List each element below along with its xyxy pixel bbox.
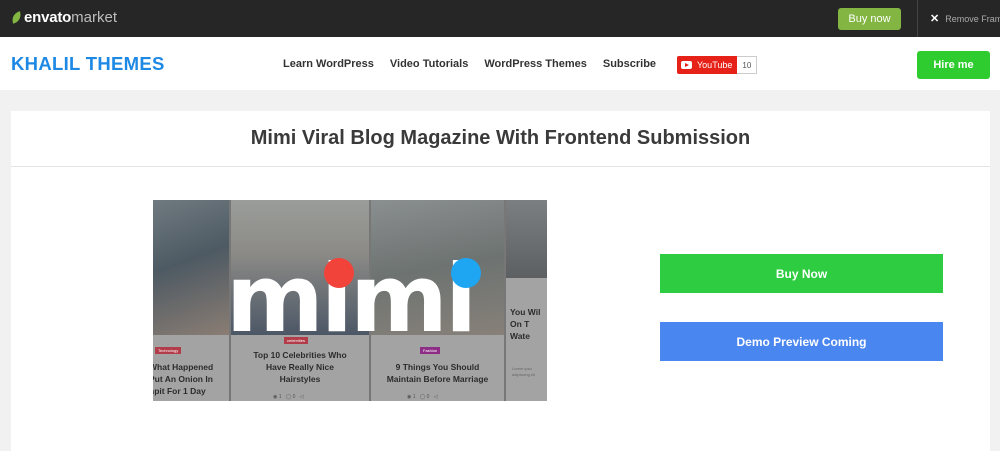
youtube-play-icon <box>681 61 692 69</box>
preview-card-title: What Happened Put An Onion In npit For 1… <box>153 362 214 396</box>
youtube-button[interactable]: YouTube <box>677 56 738 74</box>
envato-buy-now-button[interactable]: Buy now <box>838 8 901 30</box>
site-header: KHALIL THEMES Learn WordPress Video Tuto… <box>0 37 1000 90</box>
preview-card-title: Top 10 Celebrities Who Have Really Nice … <box>253 350 347 384</box>
envato-divider <box>917 0 918 37</box>
nav-subscribe[interactable]: Subscribe <box>603 58 656 70</box>
blue-dot-icon <box>451 258 481 288</box>
market-logo-text: market <box>71 9 117 26</box>
preview-card-meta: ◉ 1 ◯ 0 ◁ <box>273 394 304 400</box>
youtube-subscribe-widget[interactable]: YouTube 10 <box>677 56 758 74</box>
remove-frame-button[interactable]: ✕ Remove Frame <box>930 12 1000 25</box>
envato-leaf-icon <box>11 11 22 24</box>
preview-card-tag: Technology <box>155 347 182 354</box>
envato-logo-text: envato <box>24 9 72 26</box>
envato-logo[interactable]: envato market <box>11 9 117 26</box>
preview-card-excerpt: Lorem ipsu adipiscing eli <box>512 366 535 377</box>
nav-video-tutorials[interactable]: Video Tutorials <box>390 58 468 70</box>
youtube-subscriber-count: 10 <box>737 56 758 74</box>
nav-learn-wordpress[interactable]: Learn WordPress <box>283 58 374 70</box>
close-icon: ✕ <box>930 13 940 25</box>
hire-me-button[interactable]: Hire me <box>917 51 990 79</box>
preview-card-meta: ◉ 1 ◯ 0 ◁ <box>407 394 438 400</box>
youtube-label: YouTube <box>697 60 733 70</box>
main-nav: Learn WordPress Video Tutorials WordPres… <box>283 58 656 70</box>
title-divider <box>11 166 990 167</box>
theme-preview-image: Technology What Happened Put An Onion In… <box>153 200 547 401</box>
envato-bar: envatomarket Buy now ✕ Remove Frame <box>0 0 1000 37</box>
page-title: Mimi Viral Blog Magazine With Frontend S… <box>250 127 751 149</box>
remove-frame-label: Remove Frame <box>945 13 1000 24</box>
nav-wordpress-themes[interactable]: WordPress Themes <box>484 58 587 70</box>
demo-preview-button[interactable]: Demo Preview Coming <box>660 322 943 361</box>
product-panel: Mimi Viral Blog Magazine With Frontend S… <box>11 111 990 451</box>
site-logo[interactable]: KHALIL THEMES <box>11 53 165 75</box>
buy-now-button[interactable]: Buy Now <box>660 254 943 293</box>
red-dot-icon <box>324 258 354 288</box>
preview-card-title: 9 Things You Should Maintain Before Marr… <box>386 362 489 384</box>
